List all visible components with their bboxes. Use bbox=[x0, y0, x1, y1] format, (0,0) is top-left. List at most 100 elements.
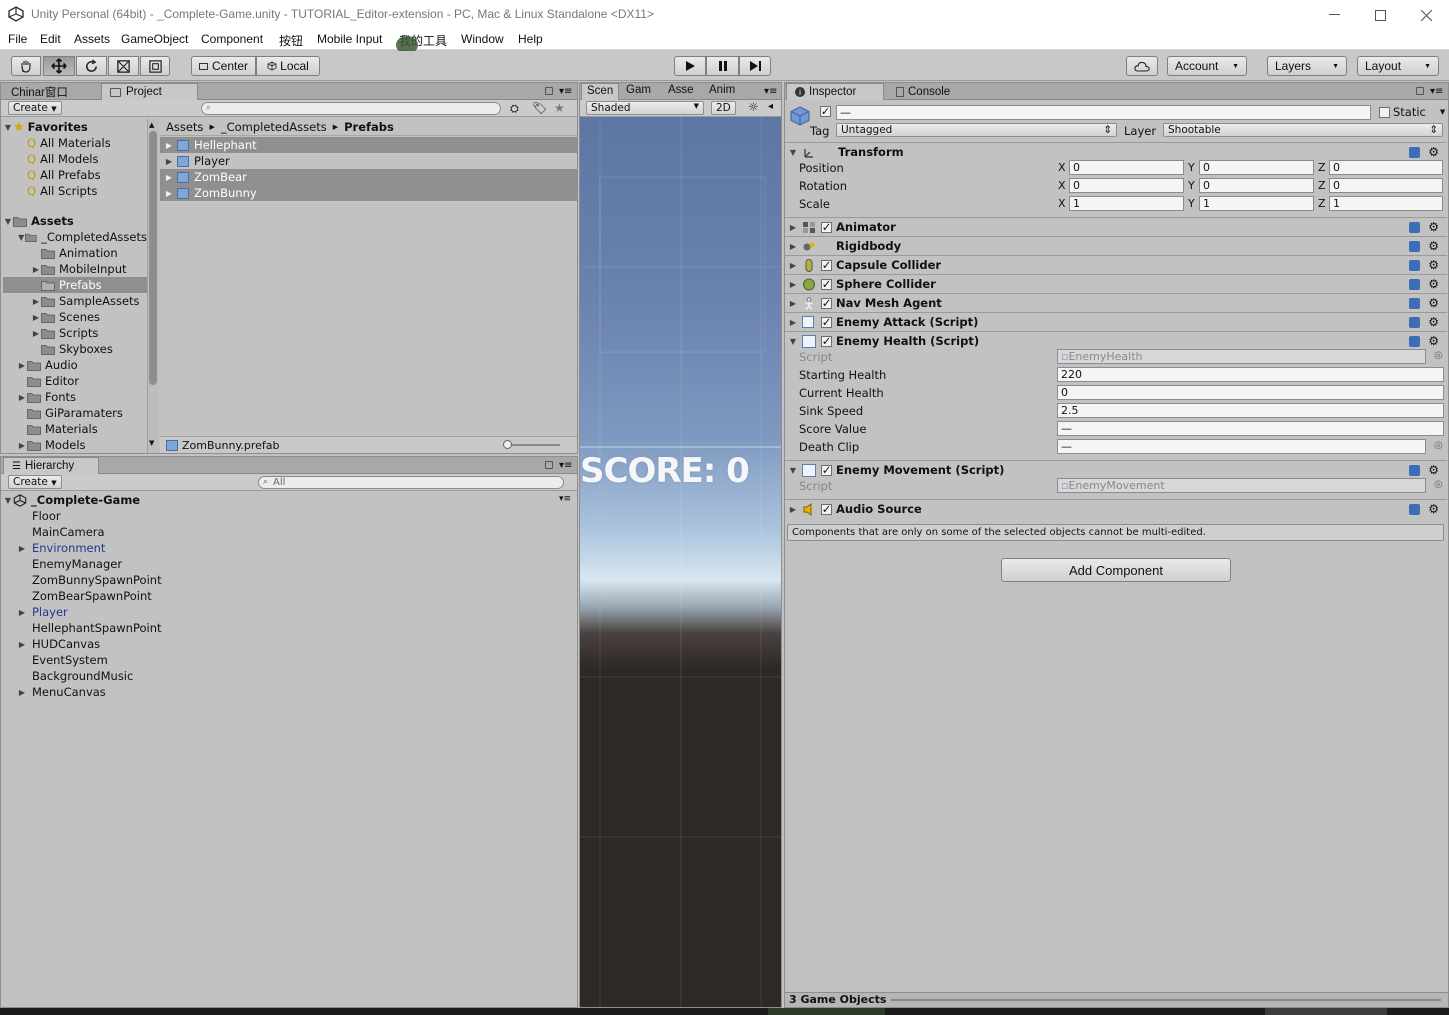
menu-edit[interactable]: Edit bbox=[40, 32, 61, 46]
expand-triangle-icon[interactable]: ▼ bbox=[788, 337, 798, 346]
hierarchy-item[interactable]: Floor bbox=[3, 508, 577, 524]
folder-prefabs-selected[interactable]: Prefabs bbox=[3, 277, 147, 293]
scale-y-input[interactable]: 1 bbox=[1199, 196, 1314, 211]
expand-triangle-icon[interactable]: ▶ bbox=[31, 313, 41, 322]
minimize-button[interactable] bbox=[1311, 0, 1357, 30]
menu-mobile-input[interactable]: Mobile Input bbox=[317, 32, 382, 46]
expand-triangle-icon[interactable]: ▶ bbox=[17, 640, 27, 649]
rotation-x-input[interactable]: 0 bbox=[1069, 178, 1184, 193]
expand-triangle-icon[interactable]: ▶ bbox=[31, 265, 41, 274]
hierarchy-item[interactable]: EventSystem bbox=[3, 652, 577, 668]
pause-button[interactable] bbox=[706, 56, 739, 76]
tab-console[interactable]: Console bbox=[888, 83, 958, 100]
menu-help[interactable]: Help bbox=[518, 32, 543, 46]
expand-triangle-icon[interactable]: ▼ bbox=[17, 233, 25, 242]
component-header[interactable]: ▶ ✓ Nav Mesh Agent ⚙ bbox=[785, 293, 1447, 312]
favorite-item[interactable]: Q All Prefabs bbox=[3, 167, 147, 183]
current-health-input[interactable]: 0 bbox=[1057, 385, 1444, 400]
folder-tree-scrollbar[interactable]: ▲ ▼ bbox=[147, 119, 159, 453]
gear-icon[interactable]: ⚙ bbox=[1428, 239, 1439, 253]
menu-component[interactable]: Component bbox=[201, 32, 263, 46]
add-component-button[interactable]: Add Component bbox=[1001, 558, 1231, 582]
rotation-z-input[interactable]: 0 bbox=[1329, 178, 1443, 193]
gear-icon[interactable]: ⚙ bbox=[1428, 145, 1439, 159]
component-enabled-checkbox[interactable]: ✓ bbox=[821, 315, 832, 329]
scene-lighting-icon[interactable]: ☼ bbox=[748, 100, 759, 114]
prefab-item-zombunny[interactable]: ▶ ZomBunny bbox=[160, 185, 577, 201]
gear-icon[interactable]: ⚙ bbox=[1428, 334, 1439, 348]
expand-triangle-icon[interactable]: ▼ bbox=[3, 496, 13, 505]
hierarchy-item[interactable]: EnemyManager bbox=[3, 556, 577, 572]
gameobject-active-checkbox[interactable]: ✓ bbox=[820, 105, 831, 118]
component-enabled-checkbox[interactable]: ✓ bbox=[821, 502, 832, 516]
tab-scene[interactable]: Scen bbox=[581, 83, 620, 100]
audio-toggle-icon[interactable]: ◂ bbox=[768, 101, 773, 112]
tab-chinar-window[interactable]: Chinar窗口 bbox=[3, 83, 76, 100]
expand-triangle-icon[interactable]: ▼ bbox=[3, 123, 13, 132]
folder-fonts[interactable]: ▶ Fonts bbox=[3, 389, 147, 405]
scroll-down-icon[interactable]: ▼ bbox=[149, 439, 154, 447]
menu-window[interactable]: Window bbox=[461, 32, 504, 46]
project-create-button[interactable]: Create ▼ bbox=[8, 101, 62, 115]
expand-triangle-icon[interactable]: ▶ bbox=[788, 261, 798, 270]
scene-root-row[interactable]: ▼ _Complete-Game ▾≡ bbox=[3, 492, 577, 508]
expand-triangle-icon[interactable]: ▼ bbox=[788, 148, 798, 157]
component-header[interactable]: ▶ ✓ Animator ⚙ bbox=[785, 217, 1447, 236]
favorites-row[interactable]: ▼ ★ Favorites bbox=[3, 119, 147, 135]
layers-dropdown[interactable]: Layers ▼ bbox=[1267, 56, 1347, 76]
prefab-item-zombear[interactable]: ▶ ZomBear bbox=[160, 169, 577, 185]
favorite-item[interactable]: Q All Scripts bbox=[3, 183, 147, 199]
pivot-center-button[interactable]: Center bbox=[191, 56, 256, 76]
scale-z-input[interactable]: 1 bbox=[1329, 196, 1443, 211]
scale-x-input[interactable]: 1 bbox=[1069, 196, 1184, 211]
component-enabled-checkbox[interactable]: ✓ bbox=[821, 258, 832, 272]
menu-file[interactable]: File bbox=[8, 32, 27, 46]
shading-mode-dropdown[interactable]: Shaded ▼ bbox=[586, 101, 704, 115]
step-button[interactable] bbox=[739, 56, 771, 76]
gear-icon[interactable]: ⚙ bbox=[1428, 463, 1439, 477]
maximize-button[interactable] bbox=[1357, 0, 1403, 30]
help-book-icon[interactable] bbox=[1409, 335, 1421, 347]
breadcrumb-assets[interactable]: Assets bbox=[166, 120, 203, 134]
project-search-input[interactable]: ⌕ bbox=[201, 102, 501, 115]
static-toggle[interactable]: Static ▼ bbox=[1379, 105, 1445, 119]
tab-asset-store[interactable]: Asse bbox=[663, 83, 699, 100]
account-dropdown[interactable]: Account ▼ bbox=[1167, 56, 1247, 76]
audio-source-header[interactable]: ▶ ✓ Audio Source ⚙ bbox=[785, 499, 1447, 518]
component-enabled-checkbox[interactable]: ✓ bbox=[821, 463, 832, 477]
expand-triangle-icon[interactable]: ▶ bbox=[788, 242, 798, 251]
breadcrumb-prefabs[interactable]: Prefabs bbox=[344, 120, 394, 134]
component-enabled-checkbox[interactable]: ✓ bbox=[821, 277, 832, 291]
gear-icon[interactable]: ⚙ bbox=[1428, 315, 1439, 329]
cloud-services-button[interactable] bbox=[1126, 56, 1158, 76]
layout-dropdown[interactable]: Layout ▼ bbox=[1357, 56, 1439, 76]
object-picker-icon[interactable]: ◎ bbox=[1434, 479, 1443, 490]
tab-inspector[interactable]: i Inspector bbox=[786, 83, 884, 100]
lock-icon[interactable] bbox=[545, 461, 553, 469]
expand-triangle-icon[interactable]: ▶ bbox=[788, 280, 798, 289]
expand-triangle-icon[interactable]: ▶ bbox=[17, 688, 27, 697]
starting-health-input[interactable]: 220 bbox=[1057, 367, 1444, 382]
icon-size-slider[interactable] bbox=[503, 440, 560, 449]
panel-menu-icon[interactable]: ▾≡ bbox=[764, 86, 777, 97]
rotation-y-input[interactable]: 0 bbox=[1199, 178, 1314, 193]
panel-menu-icon[interactable]: ▾≡ bbox=[559, 460, 572, 471]
help-book-icon[interactable] bbox=[1409, 297, 1421, 309]
expand-triangle-icon[interactable]: ▶ bbox=[17, 361, 27, 370]
prefab-item-hellephant[interactable]: ▶ Hellephant bbox=[160, 137, 577, 153]
rect-tool-button[interactable] bbox=[140, 56, 170, 76]
enemy-movement-header[interactable]: ▼ ✓ Enemy Movement (Script) ⚙ bbox=[785, 460, 1447, 479]
play-button[interactable] bbox=[674, 56, 706, 76]
component-enabled-checkbox[interactable]: ✓ bbox=[821, 296, 832, 310]
expand-triangle-icon[interactable]: ▶ bbox=[788, 299, 798, 308]
position-z-input[interactable]: 0 bbox=[1329, 160, 1443, 175]
enemy-health-header[interactable]: ▼ ✓ Enemy Health (Script) ⚙ bbox=[785, 331, 1447, 350]
position-y-input[interactable]: 0 bbox=[1199, 160, 1314, 175]
expand-triangle-icon[interactable]: ▶ bbox=[17, 544, 27, 553]
transform-header[interactable]: ▼ Transform ⚙ bbox=[785, 142, 1447, 161]
hierarchy-item[interactable]: MainCamera bbox=[3, 524, 577, 540]
expand-triangle-icon[interactable]: ▶ bbox=[31, 297, 41, 306]
gear-icon[interactable]: ⚙ bbox=[1428, 502, 1439, 516]
rotate-tool-button[interactable] bbox=[76, 56, 107, 76]
favorite-item[interactable]: Q All Materials bbox=[3, 135, 147, 151]
